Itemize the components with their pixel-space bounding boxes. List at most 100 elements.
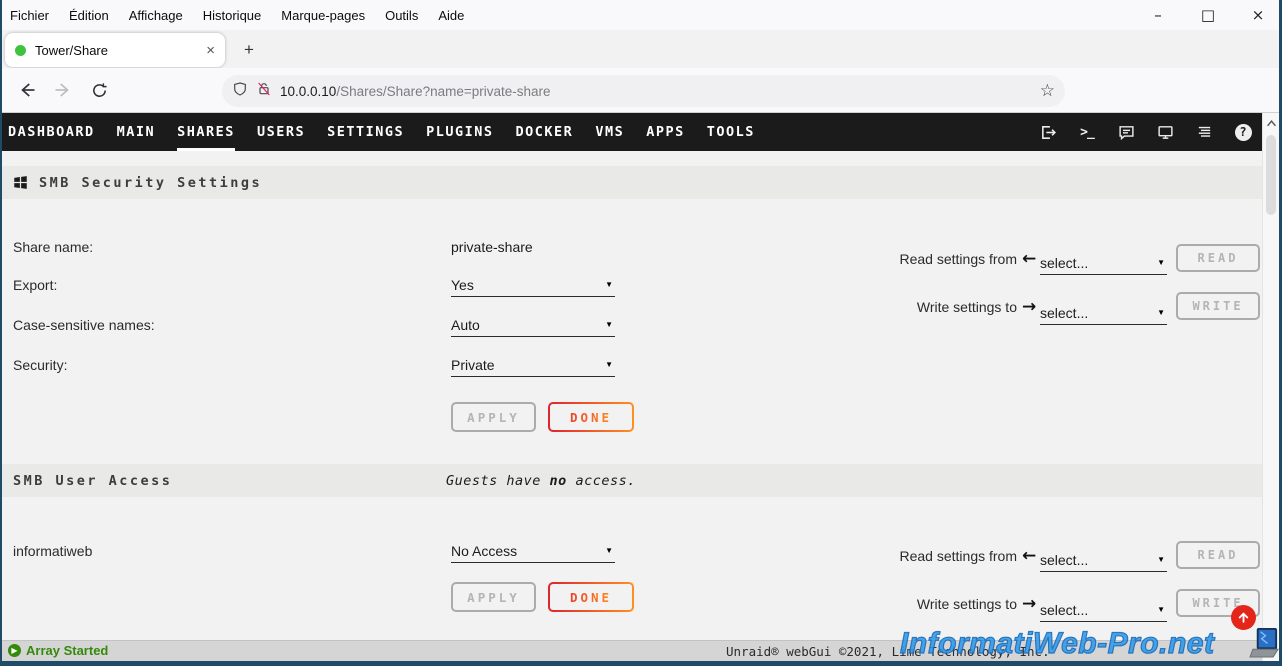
page-content: SMB Security Settings Share name: privat… xyxy=(0,151,1262,662)
menu-aide[interactable]: Aide xyxy=(438,8,464,23)
array-status: ▶ Array Started xyxy=(8,643,108,658)
case-sensitive-select-value: Auto xyxy=(451,317,480,333)
tab-title: Tower/Share xyxy=(35,43,197,58)
menu-historique[interactable]: Historique xyxy=(203,8,262,23)
caret-down-icon: ▼ xyxy=(1157,308,1165,317)
write-to-select-value: select... xyxy=(1040,305,1088,321)
export-select-value: Yes xyxy=(451,277,474,293)
maximize-icon[interactable]: □ xyxy=(1198,6,1218,24)
nav-dashboard[interactable]: DASHBOARD xyxy=(8,113,95,151)
reload-icon[interactable] xyxy=(84,75,114,105)
section-title: SMB Security Settings xyxy=(39,175,262,191)
close-icon[interactable]: × xyxy=(1248,6,1268,24)
window-border xyxy=(0,661,1282,666)
menu-outils[interactable]: Outils xyxy=(385,8,418,23)
menu-affichage[interactable]: Affichage xyxy=(129,8,183,23)
nav-apps[interactable]: APPS xyxy=(646,113,685,151)
unraid-nav-icons: >_ ? xyxy=(1039,113,1252,151)
write-button[interactable]: WRITE xyxy=(1176,292,1260,320)
apply-button[interactable]: APPLY xyxy=(451,402,536,432)
menu-fichier[interactable]: Fichier xyxy=(10,8,49,23)
url-text[interactable]: 10.0.0.10/Shares/Share?name=private-shar… xyxy=(280,84,1032,99)
menu-marque-pages[interactable]: Marque-pages xyxy=(281,8,365,23)
done-button-label: DONE xyxy=(570,590,612,605)
smb-user-access-header: SMB User Access Guests have no access. xyxy=(0,464,1262,497)
read-button[interactable]: READ xyxy=(1176,244,1260,272)
write-to-select[interactable]: select... ▼ xyxy=(1040,598,1167,622)
windows-logo-icon xyxy=(13,175,28,190)
nav-tools[interactable]: TOOLS xyxy=(707,113,755,151)
nav-settings[interactable]: SETTINGS xyxy=(327,113,404,151)
apply-button[interactable]: APPLY xyxy=(451,582,536,612)
done-button[interactable]: DONE xyxy=(548,402,634,432)
informatiweb-watermark: InformatiWeb-Pro.net xyxy=(900,627,1214,661)
security-select-value: Private xyxy=(451,357,495,373)
read-settings-label: Read settings from xyxy=(857,548,1017,564)
scrollbar-thumb[interactable] xyxy=(1266,135,1276,215)
forward-icon[interactable] xyxy=(48,75,78,105)
read-from-select[interactable]: select... ▼ xyxy=(1040,251,1167,275)
nav-users[interactable]: USERS xyxy=(257,113,305,151)
nav-docker[interactable]: DOCKER xyxy=(516,113,574,151)
caret-down-icon: ▼ xyxy=(1157,555,1165,564)
browser-menubar: Fichier Édition Affichage Historique Mar… xyxy=(0,0,1282,30)
user-access-select-value: No Access xyxy=(451,543,517,559)
url-field[interactable]: 10.0.0.10/Shares/Share?name=private-shar… xyxy=(222,75,1065,107)
new-tab-button[interactable]: + xyxy=(236,38,262,62)
log-icon[interactable] xyxy=(1195,123,1213,141)
read-settings-label: Read settings from xyxy=(857,251,1017,267)
tracking-shield-icon[interactable] xyxy=(232,81,248,102)
url-toolbar: 10.0.0.10/Shares/Share?name=private-shar… xyxy=(0,68,1282,113)
smb-security-settings-header: SMB Security Settings xyxy=(0,166,1262,199)
firefox-window: Fichier Édition Affichage Historique Mar… xyxy=(0,0,1282,666)
nav-shares[interactable]: SHARES xyxy=(177,113,235,151)
minimize-icon[interactable]: – xyxy=(1148,6,1168,24)
array-status-label: Array Started xyxy=(26,643,108,658)
caret-down-icon: ▼ xyxy=(1157,258,1165,267)
nav-main[interactable]: MAIN xyxy=(117,113,156,151)
case-sensitive-select[interactable]: Auto ▼ xyxy=(451,313,615,337)
menu-edition[interactable]: Édition xyxy=(69,8,109,23)
guests-access-note: Guests have no access. xyxy=(446,473,636,489)
user-name-label: informatiweb xyxy=(13,543,92,559)
feedback-icon[interactable] xyxy=(1117,123,1135,141)
read-from-select[interactable]: select... ▼ xyxy=(1040,548,1167,572)
back-icon[interactable] xyxy=(12,75,42,105)
arrow-right-icon: → xyxy=(1022,297,1036,317)
tab-close-icon[interactable]: × xyxy=(206,42,215,59)
insecure-lock-icon[interactable] xyxy=(256,81,272,102)
laptop-icon xyxy=(1249,626,1280,664)
play-icon: ▶ xyxy=(8,644,21,657)
done-button[interactable]: DONE xyxy=(548,582,634,612)
caret-down-icon: ▼ xyxy=(605,360,613,369)
arrow-right-icon: → xyxy=(1022,594,1036,614)
url-path: /Shares/Share?name=private-share xyxy=(336,84,550,99)
url-host: 10.0.0.10 xyxy=(280,84,336,99)
caret-down-icon: ▼ xyxy=(605,546,613,555)
display-icon[interactable] xyxy=(1156,123,1174,141)
security-select[interactable]: Private ▼ xyxy=(451,353,615,377)
write-to-select[interactable]: select... ▼ xyxy=(1040,301,1167,325)
nav-plugins[interactable]: PLUGINS xyxy=(426,113,493,151)
scrollbar-up-icon[interactable] xyxy=(1265,117,1278,130)
read-from-select-value: select... xyxy=(1040,255,1088,271)
nav-vms[interactable]: VMS xyxy=(595,113,624,151)
tab-bar: Tower/Share × + xyxy=(0,30,1282,68)
bookmark-star-icon[interactable]: ☆ xyxy=(1040,81,1055,101)
write-settings-label: Write settings to xyxy=(857,299,1017,315)
caret-down-icon: ▼ xyxy=(1157,605,1165,614)
read-button[interactable]: READ xyxy=(1176,541,1260,569)
read-from-select-value: select... xyxy=(1040,552,1088,568)
caret-down-icon: ▼ xyxy=(605,280,613,289)
logout-icon[interactable] xyxy=(1039,123,1057,141)
user-access-select[interactable]: No Access ▼ xyxy=(451,539,615,563)
case-sensitive-label: Case-sensitive names: xyxy=(13,317,155,333)
favicon-green-dot xyxy=(15,45,26,56)
help-icon[interactable]: ? xyxy=(1234,123,1252,141)
tab-tower-share[interactable]: Tower/Share × xyxy=(5,33,225,67)
page-scrollbar[interactable] xyxy=(1262,113,1279,662)
export-select[interactable]: Yes ▼ xyxy=(451,273,615,297)
done-button-label: DONE xyxy=(570,410,612,425)
terminal-icon[interactable]: >_ xyxy=(1078,123,1096,141)
arrow-left-icon: ← xyxy=(1022,546,1036,566)
